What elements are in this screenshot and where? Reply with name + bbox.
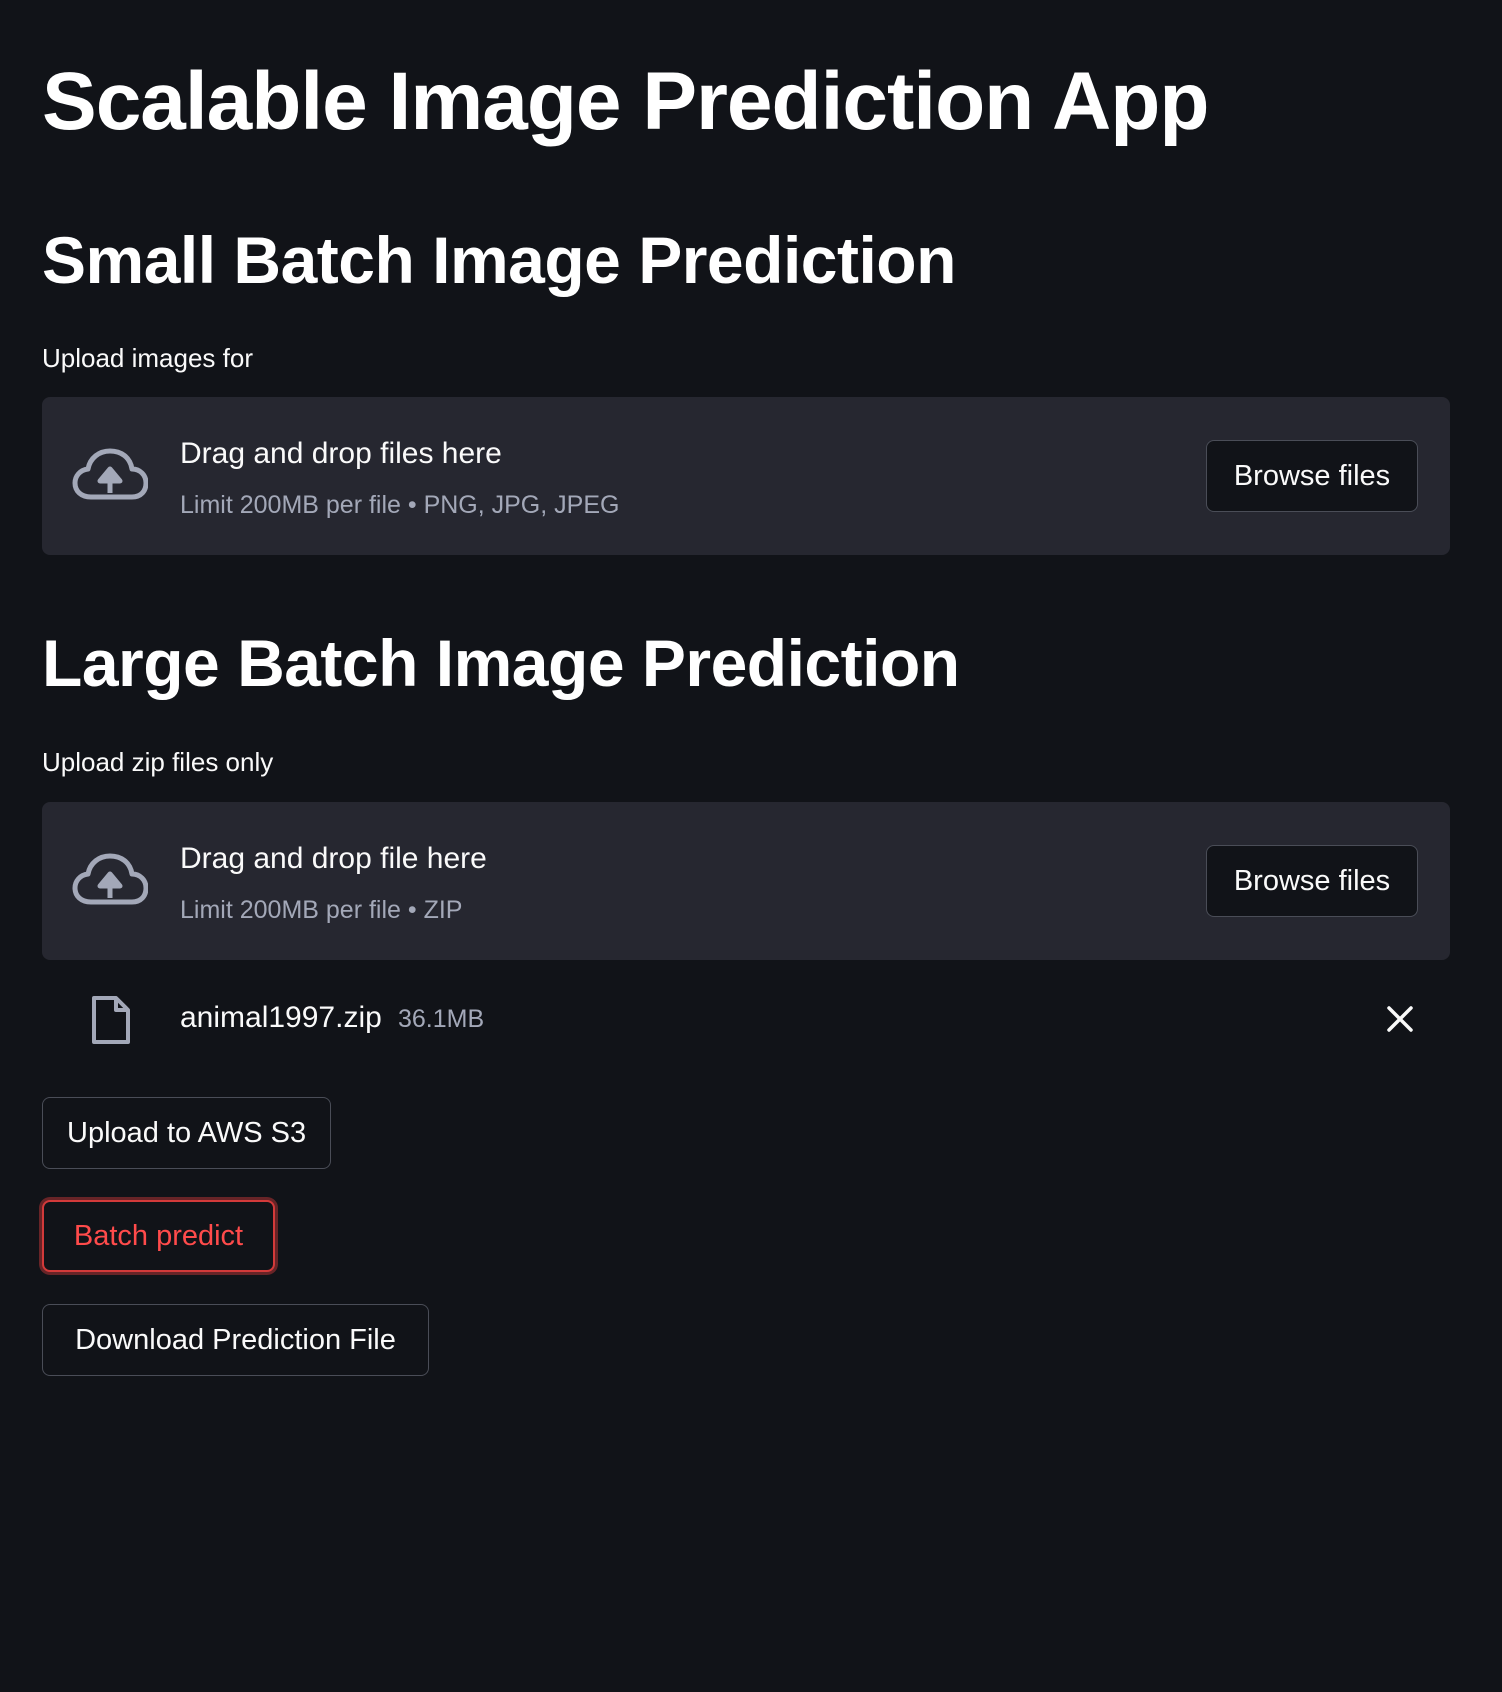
small-dropzone-limit: Limit 200MB per file • PNG, JPG, JPEG — [180, 491, 620, 519]
small-batch-dropzone[interactable]: Drag and drop files here Limit 200MB per… — [42, 397, 1450, 555]
small-batch-upload-label: Upload images for — [42, 343, 253, 373]
file-icon — [92, 996, 130, 1044]
large-batch-heading: Large Batch Image Prediction — [42, 626, 960, 700]
download-prediction-file-button[interactable]: Download Prediction File — [42, 1304, 429, 1376]
close-icon[interactable] — [1380, 999, 1420, 1039]
page-title: Scalable Image Prediction App — [42, 56, 1209, 147]
large-browse-files-button[interactable]: Browse files — [1206, 845, 1418, 917]
cloud-upload-icon — [72, 448, 148, 500]
cloud-upload-icon — [72, 853, 148, 905]
large-dropzone-limit: Limit 200MB per file • ZIP — [180, 896, 463, 924]
uploaded-file-name: animal1997.zip — [180, 1001, 382, 1034]
uploaded-file-row: animal1997.zip 36.1MB — [42, 985, 1450, 1051]
small-dropzone-title: Drag and drop files here — [180, 437, 502, 470]
small-batch-heading: Small Batch Image Prediction — [42, 223, 956, 297]
uploaded-file-size: 36.1MB — [398, 1005, 485, 1033]
upload-to-s3-button[interactable]: Upload to AWS S3 — [42, 1097, 331, 1169]
large-batch-upload-label: Upload zip files only — [42, 747, 274, 777]
small-browse-files-button[interactable]: Browse files — [1206, 440, 1418, 512]
large-batch-dropzone[interactable]: Drag and drop file here Limit 200MB per … — [42, 802, 1450, 960]
batch-predict-button[interactable]: Batch predict — [42, 1200, 275, 1272]
large-dropzone-title: Drag and drop file here — [180, 842, 487, 875]
